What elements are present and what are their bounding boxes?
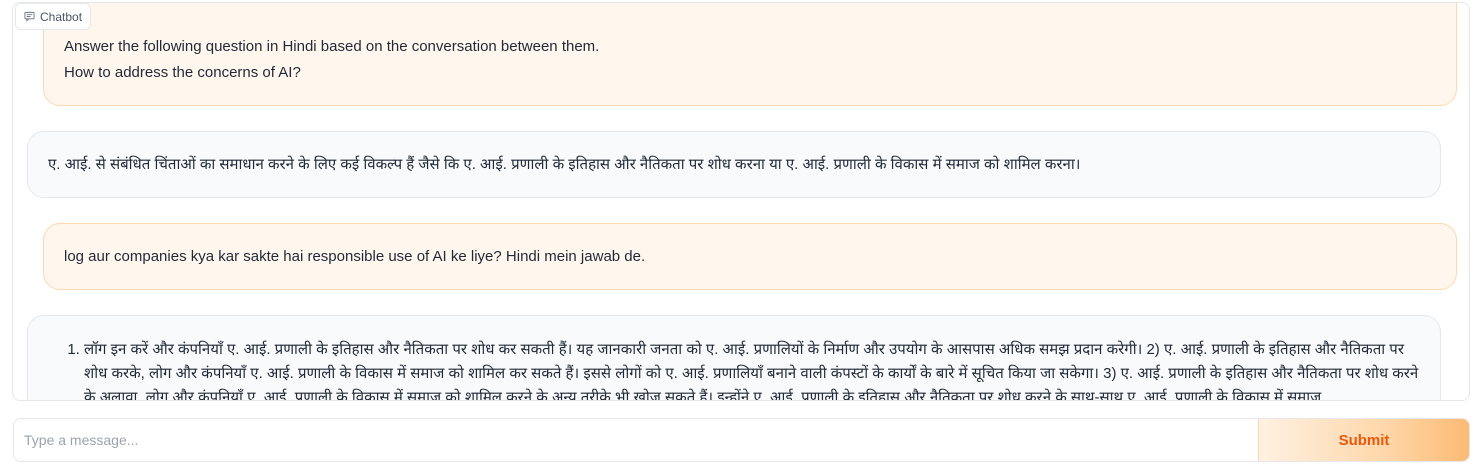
chatbot-label: Chatbot [15,3,92,30]
user-message-line: How to address the concerns of AI? [64,64,301,81]
bot-message-list: लॉग इन करें और कंपनियाँ ए. आई. प्रणाली क… [48,338,1420,400]
bot-message: ए. आई. से संबंधित चिंताओं का समाधान करने… [27,131,1441,198]
bot-message-list-item: लॉग इन करें और कंपनियाँ ए. आई. प्रणाली क… [84,338,1420,400]
user-message: Answer the following question in Hindi b… [43,3,1457,106]
user-message: log aur companies kya kar sakte hai resp… [43,223,1457,290]
user-message-text: log aur companies kya kar sakte hai resp… [64,247,646,265]
chat-bubble-icon [24,11,35,22]
chatbot-panel: Chatbot Answer the following question in… [12,2,1470,401]
chatbot-label-text: Chatbot [40,9,83,24]
message-list[interactable]: Answer the following question in Hindi b… [13,3,1469,400]
bot-message-text: ए. आई. से संबंधित चिंताओं का समाधान करने… [48,155,1081,173]
submit-button[interactable]: Submit [1258,419,1469,461]
bot-message: लॉग इन करें और कंपनियाँ ए. आई. प्रणाली क… [27,315,1441,400]
message-input[interactable] [14,419,1258,461]
user-message-line: Answer the following question in Hindi b… [64,38,600,55]
message-input-row: Submit [13,418,1470,462]
